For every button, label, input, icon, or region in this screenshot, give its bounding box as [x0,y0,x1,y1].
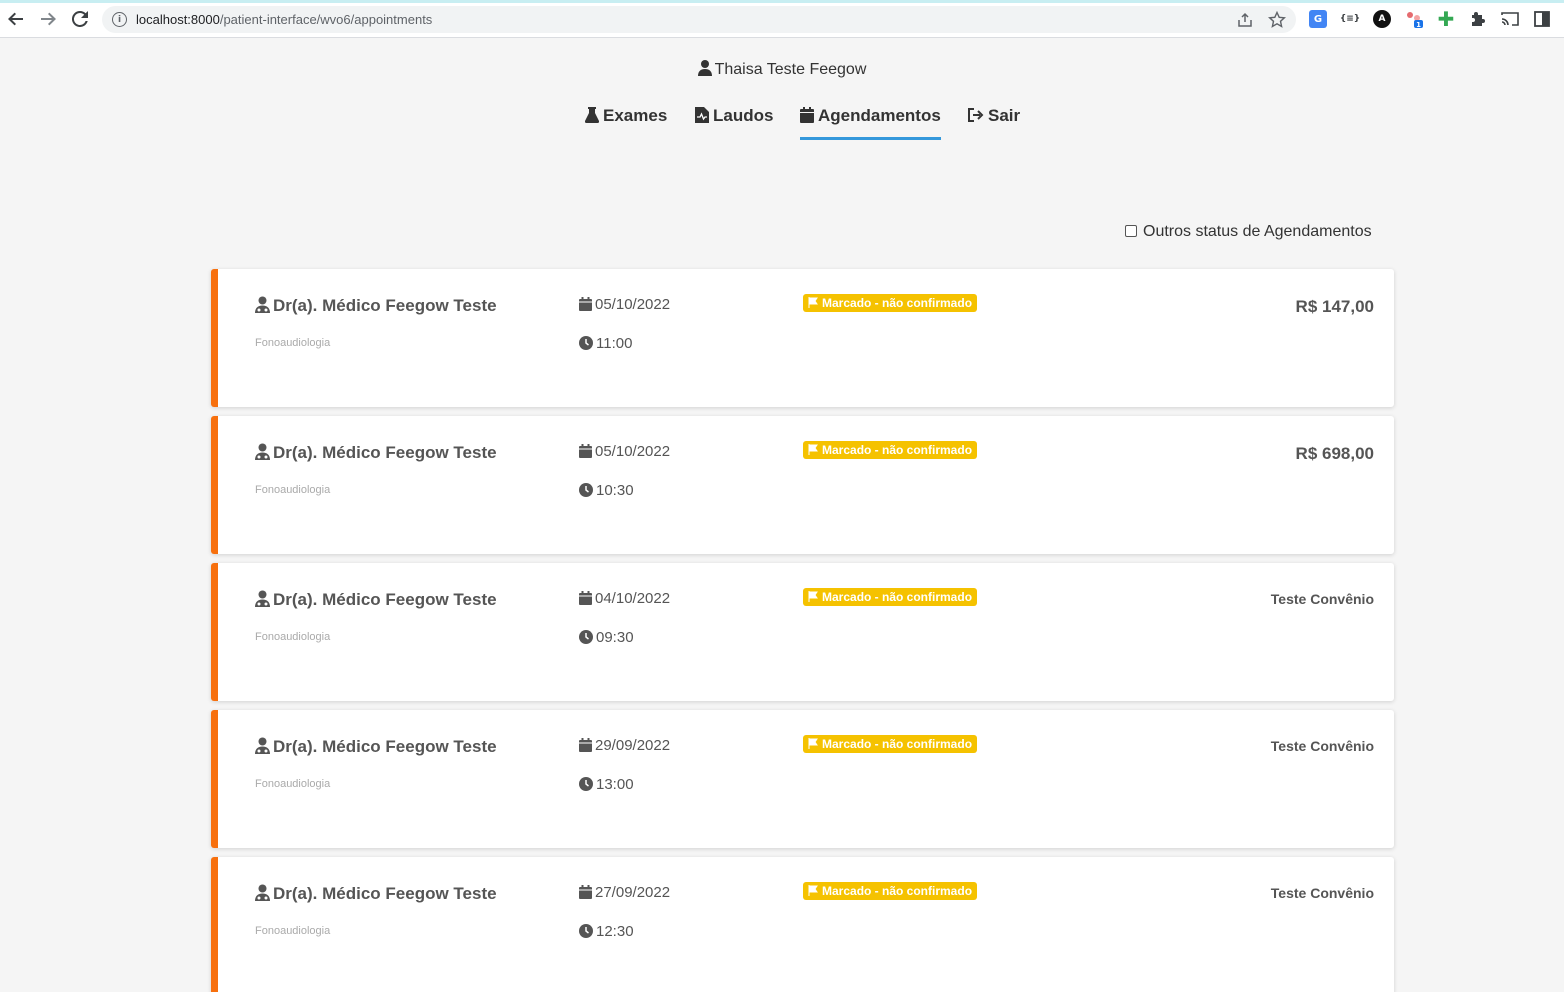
specialty: Fonoaudiologia [255,778,331,790]
calendar-icon [579,444,592,458]
json-extension-icon[interactable]: {≡} [1340,10,1360,28]
appointment-date: 04/10/2022 [579,590,670,607]
insurance-plan: Teste Convênio [1270,591,1374,607]
site-info-icon[interactable]: i [112,12,127,27]
doctor-icon [255,737,270,754]
flag-icon [808,591,818,602]
clock-icon [579,336,593,350]
insurance-plan: Teste Convênio [1270,885,1374,901]
address-bar[interactable]: i localhost:8000/patient-interface/wvo6/… [102,6,1296,33]
flag-icon [808,738,818,749]
appointment-time: 10:30 [579,482,634,499]
calendar-icon [800,107,814,123]
flask-icon [584,107,600,123]
sign-out-icon [968,108,984,122]
doctor-icon [255,590,270,607]
other-status-filter[interactable]: Outros status de Agendamentos [1125,223,1372,241]
browser-toolbar: i localhost:8000/patient-interface/wvo6/… [0,0,1564,38]
appointment-price: R$ 698,00 [1295,444,1374,463]
tab-laudos[interactable]: Laudos [695,106,773,140]
status-badge: Marcado - não confirmado [803,735,978,753]
tab-exames[interactable]: Exames [584,106,667,140]
file-medical-icon [695,107,709,123]
appointment-time: 11:00 [579,335,632,352]
specialty: Fonoaudiologia [255,925,331,937]
calendar-icon [579,297,592,311]
appointment-card[interactable]: Dr(a). Médico Feegow Teste Fonoaudiologi… [211,563,1394,701]
appointment-time: 12:30 [579,923,634,940]
flag-icon [808,444,818,455]
appointment-card[interactable]: Dr(a). Médico Feegow Teste Fonoaudiologi… [211,416,1394,554]
side-panel-icon[interactable] [1533,10,1551,28]
status-badge: Marcado - não confirmado [803,441,978,459]
flag-icon [808,297,818,308]
git-extension-icon[interactable]: 1 [1405,10,1423,28]
main-menu: Exames Laudos Agendamentos Sair [0,106,1564,142]
doctor-icon [255,884,270,901]
reload-icon[interactable] [69,8,91,30]
doctor-name: Dr(a). Médico Feegow Teste [255,884,497,904]
plus-extension-icon[interactable]: ✚ [1437,7,1455,31]
arc-extension-icon[interactable]: A [1373,10,1391,28]
other-status-label: Outros status de Agendamentos [1143,223,1372,240]
share-icon[interactable] [1236,11,1254,29]
bookmark-star-icon[interactable] [1267,10,1287,29]
appointment-price: R$ 147,00 [1295,297,1374,316]
patient-name: Thaisa Teste Feegow [0,60,1564,79]
status-badge: Marcado - não confirmado [803,882,978,900]
specialty: Fonoaudiologia [255,631,331,643]
url-text[interactable]: localhost:8000/patient-interface/wvo6/ap… [136,12,432,27]
doctor-name: Dr(a). Médico Feegow Teste [255,590,497,610]
calendar-icon [579,738,592,752]
calendar-icon [579,885,592,899]
clock-icon [579,630,593,644]
translate-extension-icon[interactable]: G [1309,10,1327,28]
cast-icon[interactable] [1501,10,1519,28]
doctor-icon [255,443,270,460]
clock-icon [579,483,593,497]
doctor-name: Dr(a). Médico Feegow Teste [255,737,497,757]
appointment-time: 09:30 [579,629,634,646]
other-status-checkbox[interactable] [1125,225,1137,237]
appointment-time: 13:00 [579,776,634,793]
appointment-date: 05/10/2022 [579,296,670,313]
clock-icon [579,777,593,791]
tab-agendamentos[interactable]: Agendamentos [800,106,941,140]
calendar-icon [579,591,592,605]
doctor-name: Dr(a). Médico Feegow Teste [255,443,497,463]
appointment-date: 29/09/2022 [579,737,670,754]
tab-strip-edge [0,0,1564,3]
svg-text:1: 1 [1416,21,1421,28]
status-badge: Marcado - não confirmado [803,294,978,312]
user-icon [697,60,712,76]
appointment-card[interactable]: Dr(a). Médico Feegow Teste Fonoaudiologi… [211,269,1394,407]
appointment-card[interactable]: Dr(a). Médico Feegow Teste Fonoaudiologi… [211,857,1394,992]
flag-icon [808,885,818,896]
clock-icon [579,924,593,938]
insurance-plan: Teste Convênio [1270,738,1374,754]
appointment-date: 27/09/2022 [579,884,670,901]
doctor-name: Dr(a). Médico Feegow Teste [255,296,497,316]
status-badge: Marcado - não confirmado [803,588,978,606]
specialty: Fonoaudiologia [255,337,331,349]
specialty: Fonoaudiologia [255,484,331,496]
appointment-date: 05/10/2022 [579,443,670,460]
tab-sair[interactable]: Sair [968,106,1020,140]
back-icon[interactable] [5,8,27,30]
doctor-icon [255,296,270,313]
appointment-card[interactable]: Dr(a). Médico Feegow Teste Fonoaudiologi… [211,710,1394,848]
forward-icon[interactable] [37,8,59,30]
extensions-puzzle-icon[interactable] [1469,10,1487,28]
